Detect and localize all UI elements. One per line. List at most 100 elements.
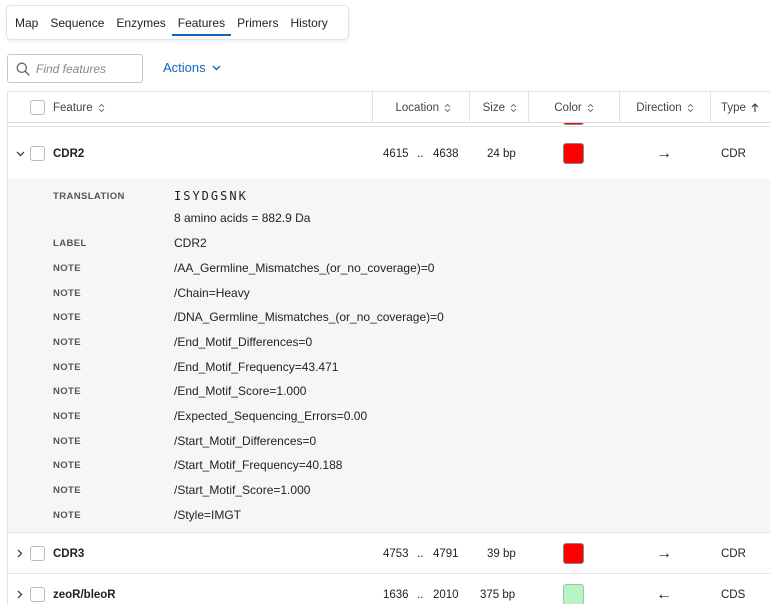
detail-qualifier: NOTE /End_Motif_Differences=0 — [8, 333, 770, 351]
tab-primers[interactable]: Primers — [231, 6, 284, 39]
column-size[interactable]: Size — [470, 92, 529, 123]
qualifier-value: /Start_Motif_Score=1.000 — [174, 483, 311, 497]
feature-details-panel: TRANSLATION ISYDGSNK 8 amino acids = 882… — [8, 179, 770, 533]
detail-qualifier: NOTE /End_Motif_Frequency=43.471 — [8, 358, 770, 376]
qualifier-value: CDR2 — [174, 236, 207, 250]
arrow-left-icon: ← — [656, 585, 672, 603]
arrow-right-icon: → — [656, 144, 672, 162]
qualifier-key: NOTE — [53, 509, 81, 521]
column-feature-label: Feature — [53, 101, 93, 114]
qualifier-key: NOTE — [53, 385, 81, 397]
sort-icon — [687, 103, 694, 112]
feature-name: CDR2 — [53, 147, 85, 160]
qualifier-value: /Chain=Heavy — [174, 286, 250, 300]
tab-enzymes[interactable]: Enzymes — [110, 6, 171, 39]
location-end: 4638 — [433, 147, 459, 160]
detail-qualifier: NOTE /Expected_Sequencing_Errors=0.00 — [8, 407, 770, 425]
column-type[interactable]: Type — [711, 92, 770, 123]
chevron-down-icon — [212, 65, 221, 70]
search-input[interactable] — [36, 61, 136, 76]
feature-type: CDR — [721, 147, 746, 160]
sort-icon — [510, 103, 517, 112]
actions-label: Actions — [163, 60, 206, 75]
location-end: 4791 — [433, 547, 459, 560]
feature-type: CDS — [721, 588, 746, 601]
location-separator: .. — [417, 147, 424, 160]
color-swatch[interactable] — [563, 143, 584, 164]
detail-qualifier: LABEL CDR2 — [8, 234, 770, 252]
tab-sequence[interactable]: Sequence — [44, 6, 110, 39]
qualifier-value: /DNA_Germline_Mismatches_(or_no_coverage… — [174, 310, 444, 324]
detail-translation-info: 8 amino acids = 882.9 Da — [8, 209, 770, 227]
sort-ascending-icon — [751, 102, 759, 112]
color-swatch[interactable] — [563, 543, 584, 564]
tab-map[interactable]: Map — [9, 6, 44, 39]
detail-qualifier: NOTE /Chain=Heavy — [8, 284, 770, 302]
qualifier-key: LABEL — [53, 237, 87, 249]
row-checkbox[interactable] — [30, 546, 45, 561]
qualifier-key: NOTE — [53, 361, 81, 373]
table-row[interactable]: CDR2 4615 .. 4638 24 bp → CDR — [8, 128, 770, 179]
qualifier-key: NOTE — [53, 311, 81, 323]
location-separator: .. — [417, 547, 424, 560]
actions-menu-button[interactable]: Actions — [163, 60, 221, 75]
qualifier-key: NOTE — [53, 410, 81, 422]
detail-qualifier: NOTE /Start_Motif_Frequency=40.188 — [8, 456, 770, 474]
detail-qualifier: NOTE /Start_Motif_Score=1.000 — [8, 481, 770, 499]
feature-name: zeoR/bleoR — [53, 588, 116, 601]
column-direction[interactable]: Direction — [620, 92, 711, 123]
location-separator: .. — [417, 588, 424, 601]
table-row[interactable]: zeoR/bleoR 1636 .. 2010 375 bp ← CDS — [8, 575, 770, 604]
column-location[interactable]: Location — [373, 92, 470, 123]
table-header: Feature Location Size Color Direction Ty… — [8, 91, 770, 123]
detail-qualifier: NOTE /Style=IMGT — [8, 506, 770, 524]
select-all-checkbox[interactable] — [30, 100, 45, 115]
search-icon — [16, 62, 30, 76]
qualifier-value: /AA_Germline_Mismatches_(or_no_coverage)… — [174, 261, 435, 275]
detail-qualifier: NOTE /AA_Germline_Mismatches_(or_no_cove… — [8, 259, 770, 277]
qualifier-key: NOTE — [53, 459, 81, 471]
translation-sequence: ISYDGSNK — [174, 189, 248, 203]
tab-history[interactable]: History — [284, 6, 333, 39]
location-start: 1636 — [383, 588, 409, 601]
column-direction-label: Direction — [636, 101, 682, 114]
row-checkbox[interactable] — [30, 587, 45, 602]
feature-name: CDR3 — [53, 547, 85, 560]
qualifier-key: NOTE — [53, 484, 81, 496]
feature-type: CDR — [721, 547, 746, 560]
color-swatch[interactable] — [563, 584, 584, 604]
search-box[interactable] — [7, 54, 143, 83]
detail-qualifier: NOTE /DNA_Germline_Mismatches_(or_no_cov… — [8, 308, 770, 326]
tab-features[interactable]: Features — [171, 6, 232, 39]
feature-size: 375 bp — [480, 588, 516, 601]
feature-size: 39 bp — [487, 547, 516, 560]
chevron-right-icon[interactable] — [13, 549, 27, 558]
detail-qualifier: NOTE /End_Motif_Score=1.000 — [8, 382, 770, 400]
row-checkbox[interactable] — [30, 146, 45, 161]
location-start: 4615 — [383, 147, 409, 160]
qualifier-value: /Expected_Sequencing_Errors=0.00 — [174, 409, 368, 423]
chevron-down-icon[interactable] — [13, 151, 27, 157]
feature-size: 24 bp — [487, 147, 516, 160]
chevron-right-icon[interactable] — [13, 590, 27, 599]
qualifier-key: NOTE — [53, 336, 81, 348]
qualifier-key: NOTE — [53, 262, 81, 274]
detail-translation: TRANSLATION ISYDGSNK — [8, 187, 770, 205]
qualifier-value: /End_Motif_Score=1.000 — [174, 384, 307, 398]
column-feature[interactable]: Feature — [8, 92, 373, 123]
qualifier-key: NOTE — [53, 435, 81, 447]
sort-icon — [444, 103, 451, 112]
column-color[interactable]: Color — [529, 92, 620, 123]
qualifier-value: /Style=IMGT — [174, 508, 242, 522]
table-row[interactable]: CDR3 4753 .. 4791 39 bp → CDR — [8, 534, 770, 574]
qualifier-value: /End_Motif_Differences=0 — [174, 335, 313, 349]
detail-key: TRANSLATION — [53, 190, 125, 202]
qualifier-value: /End_Motif_Frequency=43.471 — [174, 360, 339, 374]
qualifier-value: /Start_Motif_Differences=0 — [174, 434, 317, 448]
tab-bar: Map Sequence Enzymes Features Primers Hi… — [7, 6, 348, 39]
arrow-right-icon: → — [656, 544, 672, 562]
location-start: 4753 — [383, 547, 409, 560]
sort-icon — [98, 103, 104, 112]
qualifier-value: /Start_Motif_Frequency=40.188 — [174, 458, 343, 472]
column-color-label: Color — [554, 101, 582, 114]
